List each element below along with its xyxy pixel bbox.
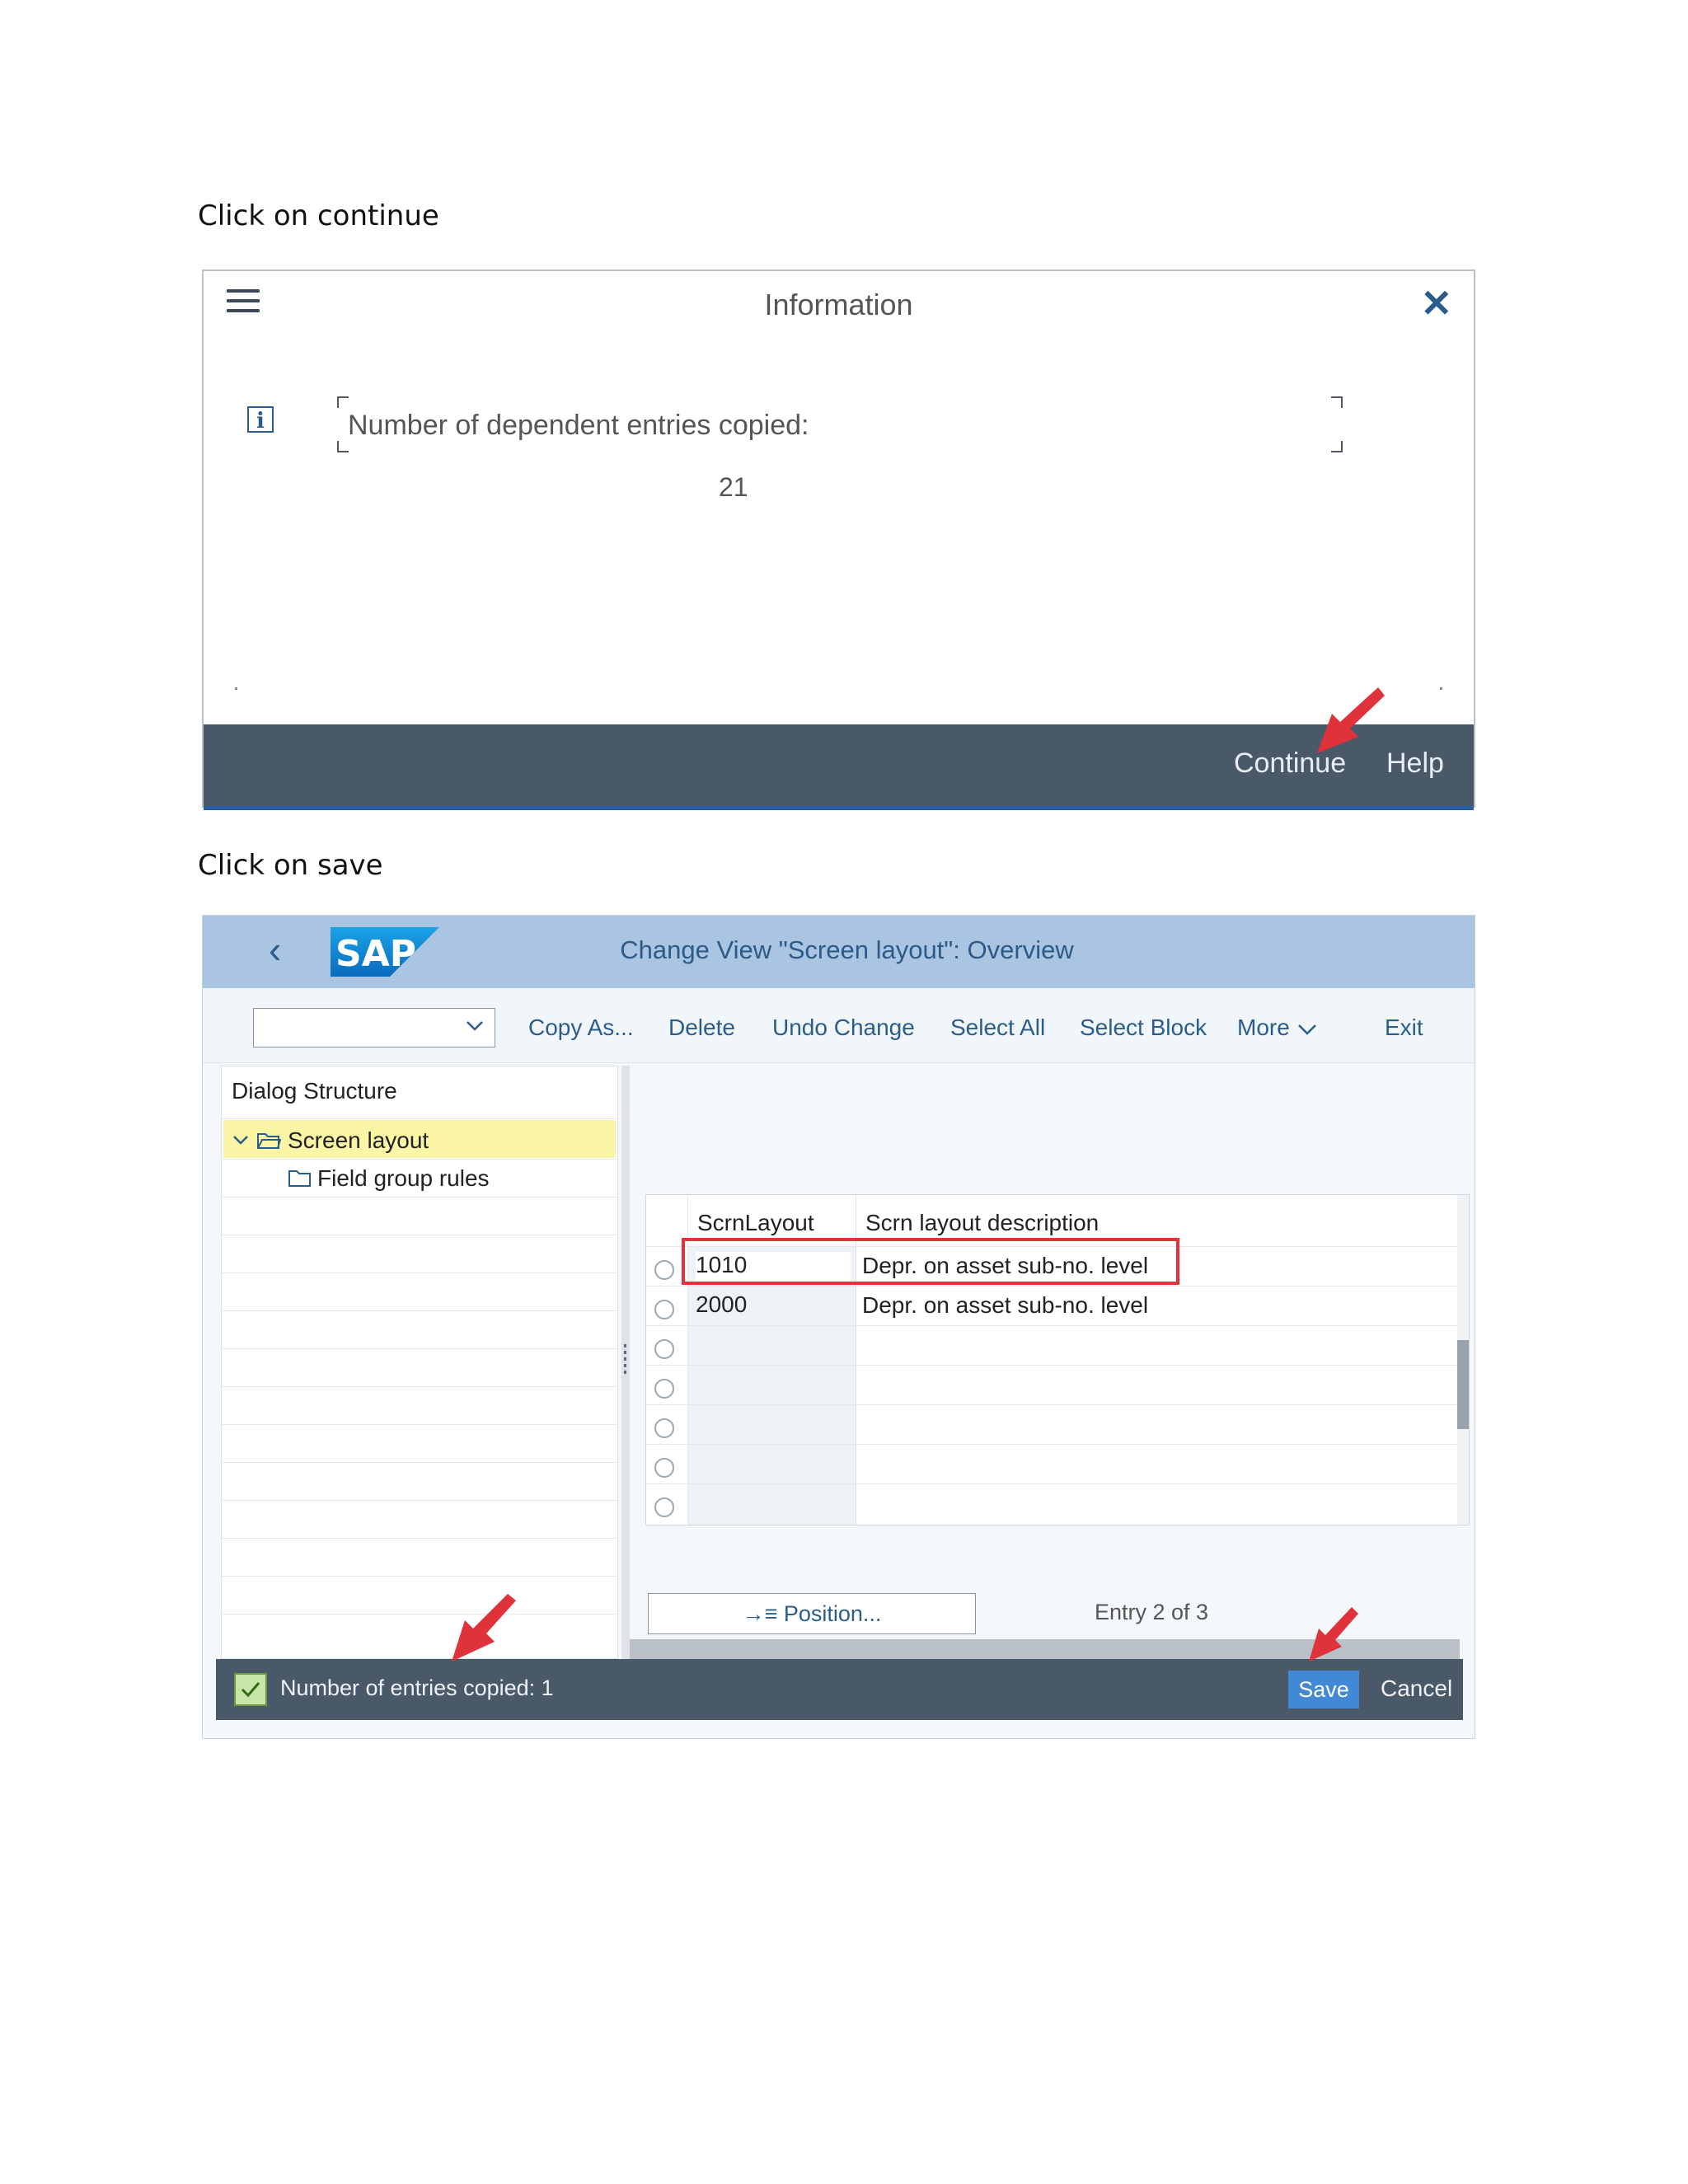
dialog-structure-panel: Dialog Structure Screen layout Field gro… <box>221 1066 618 1659</box>
column-header-scrnlayout[interactable]: ScrnLayout <box>697 1210 814 1236</box>
save-button[interactable]: Save <box>1288 1671 1359 1708</box>
close-icon[interactable]: ✕ <box>1420 281 1452 326</box>
dialog-message: Number of dependent entries copied: <box>348 410 809 441</box>
chevron-down-icon <box>1297 1024 1316 1035</box>
more-label: More <box>1237 1015 1290 1040</box>
pointer-arrow-icon <box>1309 1607 1358 1661</box>
more-button[interactable]: More <box>1237 1015 1318 1041</box>
entry-counter: Entry 2 of 3 <box>1095 1600 1209 1624</box>
drag-handle-icon[interactable] <box>624 1344 626 1374</box>
divider <box>222 1118 617 1119</box>
highlight-box <box>682 1238 1179 1285</box>
copied-count: 21 <box>719 472 748 502</box>
command-field[interactable] <box>253 1008 495 1047</box>
table-cell-key[interactable]: 2000 <box>696 1291 747 1318</box>
status-message: Number of entries copied: 1 <box>280 1675 554 1700</box>
divider <box>646 1444 1469 1445</box>
dialog-footer: Continue Help <box>204 724 1474 810</box>
delete-button[interactable]: Delete <box>668 1015 735 1041</box>
window-title: Change View "Screen layout": Overview <box>620 935 1074 964</box>
row-selector[interactable] <box>654 1300 674 1319</box>
divider <box>222 1386 617 1387</box>
select-all-button[interactable]: Select All <box>950 1015 1045 1041</box>
focus-corner-icon <box>1331 441 1343 452</box>
divider <box>222 1310 617 1311</box>
exit-button[interactable]: Exit <box>1385 1015 1423 1041</box>
cancel-button[interactable]: Cancel <box>1381 1675 1452 1702</box>
sap-window: ‹ SAP Change View "Screen layout": Overv… <box>202 915 1475 1739</box>
dialog-title: Information <box>764 288 913 321</box>
divider <box>222 1576 617 1577</box>
divider <box>222 1462 617 1463</box>
divider <box>222 1272 617 1273</box>
information-dialog: Information ✕ i Number of dependent entr… <box>202 269 1475 810</box>
divider <box>235 687 237 690</box>
status-bar: Number of entries copied: 1 Save Cancel <box>216 1659 1463 1720</box>
focus-corner-icon <box>1331 396 1343 408</box>
row-selector[interactable] <box>654 1458 674 1478</box>
tree-item-label: Screen layout <box>288 1127 429 1153</box>
tree-item-field-group-rules[interactable]: Field group rules <box>317 1165 490 1192</box>
table-cell-description[interactable]: Depr. on asset sub-no. level <box>862 1292 1148 1319</box>
row-selector[interactable] <box>654 1418 674 1438</box>
row-selector[interactable] <box>654 1260 674 1280</box>
folder-icon <box>288 1170 311 1187</box>
row-selector[interactable] <box>654 1379 674 1399</box>
divider <box>646 1404 1469 1405</box>
divider <box>646 1365 1469 1366</box>
divider <box>222 1500 617 1501</box>
info-icon: i <box>247 406 274 434</box>
undo-change-button[interactable]: Undo Change <box>772 1015 915 1041</box>
focus-corner-icon <box>337 396 349 408</box>
open-folder-icon <box>257 1133 281 1149</box>
caption-continue: Click on continue <box>198 199 439 232</box>
divider <box>646 1325 1469 1326</box>
divider <box>222 1424 617 1425</box>
row-selector[interactable] <box>654 1339 674 1359</box>
column-header-description[interactable]: Scrn layout description <box>865 1210 1099 1236</box>
divider <box>646 1483 1469 1484</box>
success-check-icon <box>234 1673 267 1706</box>
caption-save: Click on save <box>198 849 383 882</box>
divider <box>222 1614 617 1615</box>
divider <box>222 1348 617 1349</box>
divider <box>222 1538 617 1539</box>
pointer-arrow-icon <box>1317 687 1385 753</box>
position-label: Position... <box>783 1601 882 1626</box>
row-selector[interactable] <box>654 1497 674 1517</box>
help-button[interactable]: Help <box>1386 748 1444 780</box>
dialog-structure-header: Dialog Structure <box>232 1078 397 1104</box>
copy-as-button[interactable]: Copy As... <box>528 1015 634 1041</box>
focus-corner-icon <box>337 441 349 452</box>
select-block-button[interactable]: Select Block <box>1080 1015 1207 1041</box>
divider <box>222 1159 617 1160</box>
position-button[interactable]: →≡ Position... <box>648 1593 976 1634</box>
chevron-down-icon[interactable] <box>232 1131 250 1149</box>
shell-bar: ‹ SAP Change View "Screen layout": Overv… <box>203 916 1475 988</box>
divider <box>1440 687 1442 690</box>
scrollbar-thumb[interactable] <box>1457 1340 1469 1429</box>
chevron-down-icon[interactable] <box>463 1014 486 1037</box>
pointer-arrow-icon <box>452 1594 516 1661</box>
position-icon: →≡ <box>742 1601 784 1626</box>
